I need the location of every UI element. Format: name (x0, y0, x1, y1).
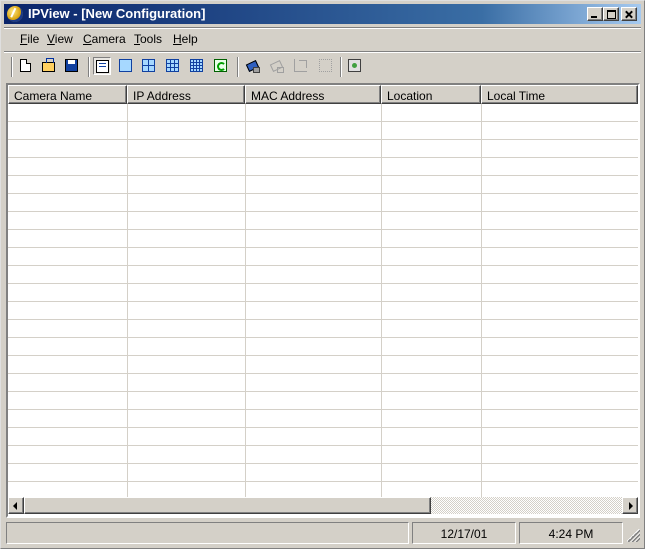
open-button[interactable] (40, 57, 58, 75)
list-view-icon (96, 60, 109, 73)
toolbar-separator (88, 57, 90, 77)
column-mac-address[interactable]: MAC Address (245, 85, 381, 104)
quad-view-icon (142, 59, 155, 72)
camera-list[interactable]: Camera Name IP Address MAC Address Locat… (6, 83, 640, 518)
column-local-time[interactable]: Local Time (481, 85, 638, 104)
sixteen-view-button[interactable] (188, 57, 206, 75)
list-body[interactable] (8, 104, 638, 497)
list-view-button[interactable] (93, 57, 111, 75)
app-window: IPView - [New Configuration] File View C… (0, 0, 645, 549)
toolbar (11, 55, 637, 79)
delete-button[interactable] (317, 57, 335, 75)
nine-view-icon (166, 59, 179, 72)
sixteen-view-icon (190, 59, 203, 72)
window-title: IPView - [New Configuration] (28, 6, 206, 21)
menubar-top-divider (4, 27, 641, 29)
menu-file[interactable]: File (20, 32, 39, 46)
resize-grip[interactable] (627, 529, 640, 542)
single-view-icon (119, 59, 132, 72)
scroll-left-button[interactable] (8, 497, 24, 514)
column-divider (381, 104, 382, 497)
column-divider (127, 104, 128, 497)
toolbar-top-divider (4, 51, 641, 53)
scrollbar-thumb[interactable] (24, 497, 431, 514)
add-camera-button[interactable] (244, 57, 262, 75)
remove-camera-button[interactable] (268, 57, 286, 75)
toolbar-grip (11, 57, 13, 77)
column-camera-name[interactable]: Camera Name (8, 85, 127, 104)
toolbar-separator (340, 57, 342, 77)
column-location[interactable]: Location (381, 85, 481, 104)
menu-tools[interactable]: Tools (134, 32, 162, 46)
list-header: Camera Name IP Address MAC Address Locat… (8, 85, 638, 104)
title-bar[interactable]: IPView - [New Configuration] (4, 4, 641, 24)
properties-button[interactable] (346, 57, 364, 75)
refresh-icon (214, 59, 227, 72)
status-date: 12/17/01 (412, 522, 516, 544)
column-divider (245, 104, 246, 497)
menu-view[interactable]: View (47, 32, 73, 46)
properties-icon (348, 59, 361, 72)
horizontal-scrollbar[interactable] (8, 497, 638, 514)
open-folder-icon (42, 58, 55, 72)
scroll-right-button[interactable] (622, 497, 638, 514)
remove-camera-icon (270, 59, 284, 73)
save-disk-icon (65, 59, 78, 72)
minimize-button[interactable] (587, 7, 603, 21)
status-message (6, 522, 409, 544)
nine-view-button[interactable] (164, 57, 182, 75)
maximize-button[interactable] (603, 7, 619, 21)
edit-camera-icon (294, 59, 307, 72)
column-divider (481, 104, 482, 497)
menu-help[interactable]: Help (173, 32, 198, 46)
delete-icon (319, 59, 332, 72)
status-bar: 12/17/01 4:24 PM (4, 522, 643, 546)
status-time: 4:24 PM (519, 522, 623, 544)
save-button[interactable] (63, 57, 81, 75)
edit-camera-button[interactable] (292, 57, 310, 75)
single-view-button[interactable] (117, 57, 135, 75)
new-button[interactable] (17, 57, 35, 75)
quad-view-button[interactable] (140, 57, 158, 75)
app-icon[interactable] (7, 6, 23, 22)
refresh-button[interactable] (212, 57, 230, 75)
menu-camera[interactable]: Camera (83, 32, 126, 46)
add-camera-icon (246, 59, 260, 73)
new-document-icon (20, 59, 31, 72)
column-ip-address[interactable]: IP Address (127, 85, 245, 104)
toolbar-separator (237, 57, 239, 77)
close-button[interactable] (621, 7, 637, 21)
